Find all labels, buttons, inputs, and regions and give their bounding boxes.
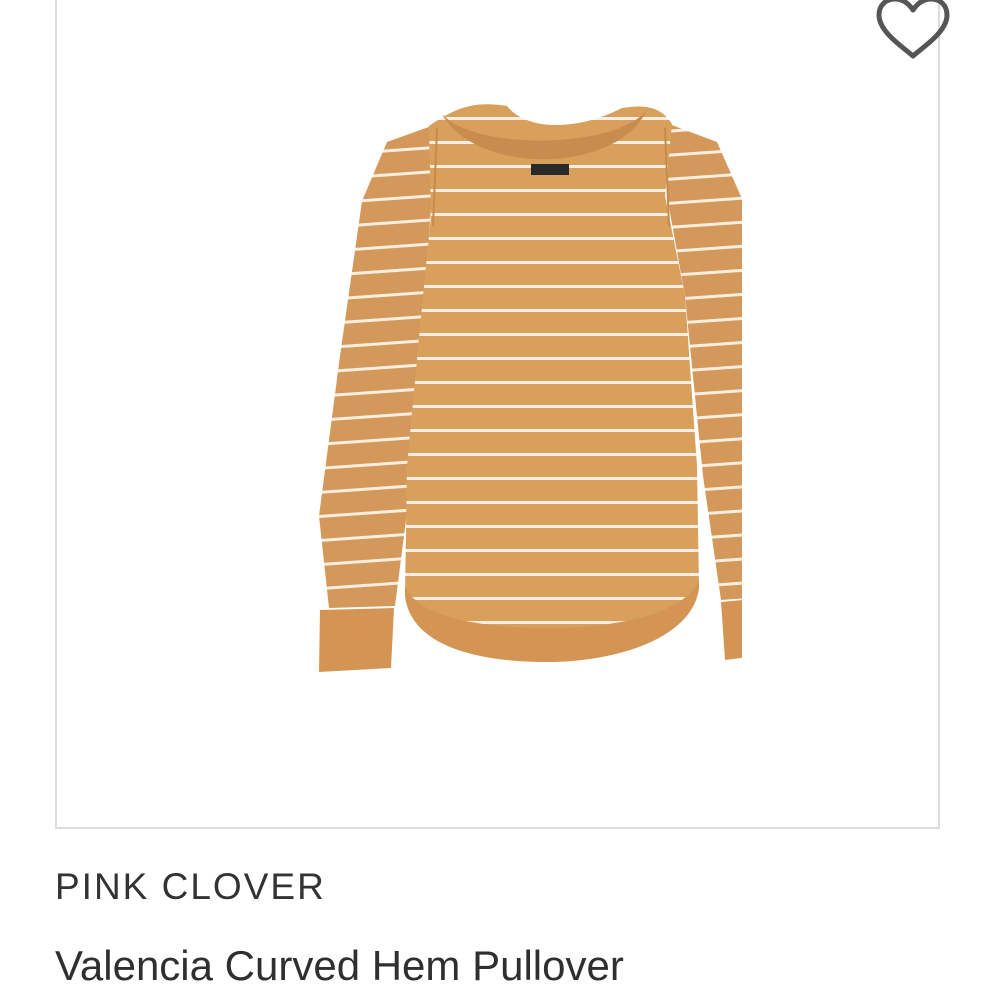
left-cuff	[319, 608, 394, 672]
heart-outline-icon	[876, 0, 950, 59]
product-image[interactable]	[262, 100, 742, 680]
brand-name[interactable]: PINK CLOVER	[55, 866, 326, 908]
right-cuff	[721, 600, 742, 660]
brand-tag	[531, 164, 569, 175]
sweater-body	[405, 104, 699, 663]
product-image-card[interactable]	[55, 0, 950, 829]
favorite-button[interactable]	[873, 0, 953, 62]
product-name[interactable]: Valencia Curved Hem Pullover	[55, 942, 624, 990]
product-page: PINK CLOVER Valencia Curved Hem Pullover	[0, 0, 1000, 1000]
